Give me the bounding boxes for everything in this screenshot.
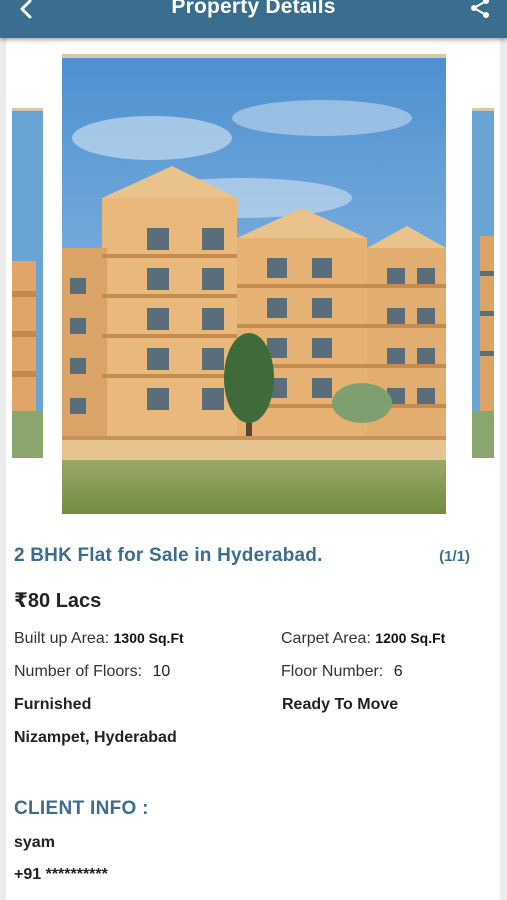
carousel-slide-next[interactable] — [472, 108, 494, 458]
floor-number: Floor Number: 6 — [281, 663, 403, 681]
building-image — [472, 111, 494, 458]
carousel-slide-current[interactable] — [62, 54, 446, 514]
built-up-area-value: 1300 Sq.Ft — [113, 630, 184, 646]
carpet-area: Carpet Area: 1200 Sq.Ft — [281, 630, 445, 648]
share-icon — [471, 0, 489, 18]
possession-status: Ready To Move — [282, 696, 399, 713]
property-card: 2 BHK Flat for Sale in Hyderabad. (1/1) … — [6, 38, 500, 900]
page-title: Property Details — [171, 0, 336, 18]
built-up-area: Built up Area: 1300 Sq.Ft — [14, 630, 184, 648]
client-phone[interactable]: +91 ********** — [14, 866, 108, 884]
furnishing-status: Furnished — [14, 696, 92, 713]
top-app-bar: Property Details — [0, 0, 507, 38]
property-location: Nizampet, Hyderabad — [14, 729, 177, 746]
property-title: 2 BHK Flat for Sale in Hyderabad. — [14, 545, 323, 566]
property-price: ₹80 Lacs — [14, 590, 102, 612]
building-image — [12, 111, 43, 458]
carpet-area-label: Carpet Area: — [281, 630, 371, 647]
number-of-floors: Number of Floors: 10 — [14, 663, 170, 681]
image-counter: (1/1) — [439, 548, 470, 565]
built-up-area-label: Built up Area: — [14, 630, 110, 647]
app-screen: Property Details 2 BHK Flat for Sale in … — [0, 0, 507, 900]
number-of-floors-value: 10 — [152, 663, 171, 680]
floor-number-value: 6 — [393, 663, 403, 680]
carpet-area-value: 1200 Sq.Ft — [375, 630, 446, 646]
share-button[interactable] — [465, 0, 495, 23]
image-carousel[interactable] — [6, 38, 500, 518]
building-image — [62, 58, 446, 514]
carousel-slide-previous[interactable] — [12, 108, 43, 458]
number-of-floors-label: Number of Floors: — [14, 663, 143, 680]
client-name: syam — [14, 834, 55, 851]
client-info-heading: CLIENT INFO : — [14, 798, 149, 819]
floor-number-label: Floor Number: — [281, 663, 384, 680]
